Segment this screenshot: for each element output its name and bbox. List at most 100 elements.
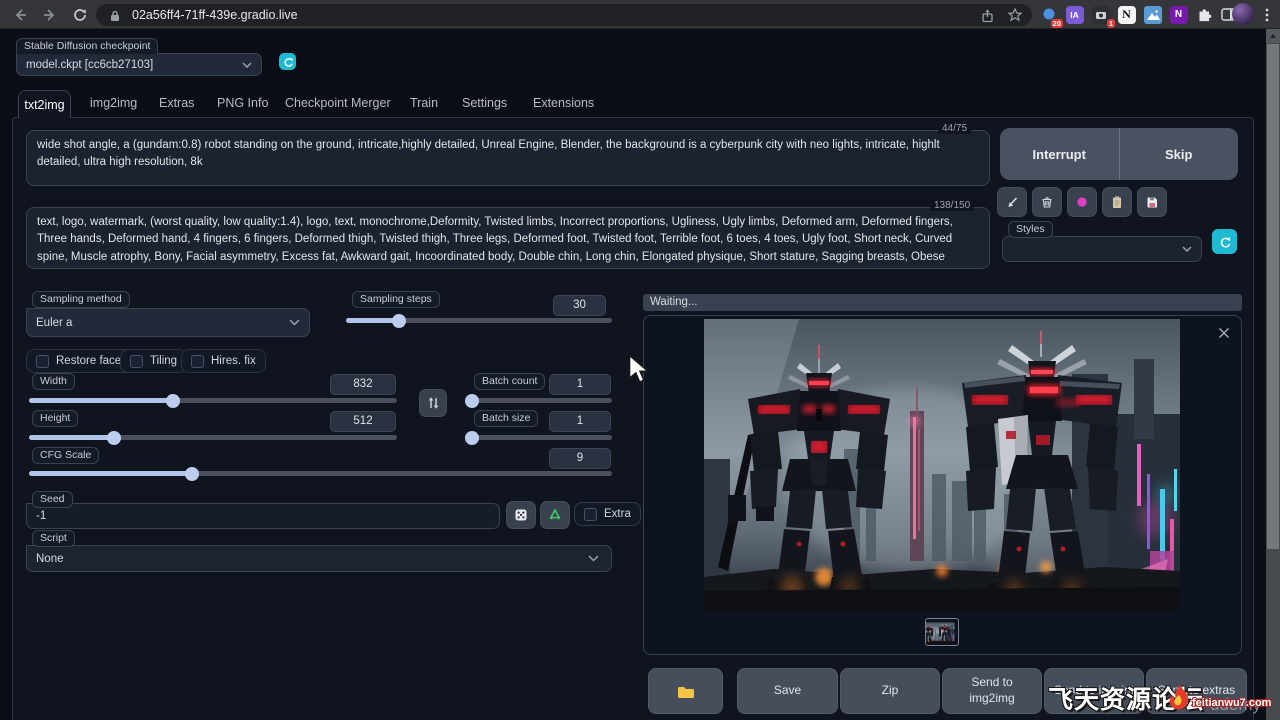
apply-style-button[interactable] [1102, 187, 1132, 217]
generated-image[interactable] [704, 319, 1180, 610]
slider-thumb[interactable] [465, 394, 479, 408]
slider-thumb[interactable] [392, 314, 406, 328]
extension-badge: 20 [1051, 19, 1063, 28]
extra-seed-checkbox[interactable] [584, 508, 597, 521]
tab-extensions[interactable]: Extensions [533, 96, 594, 110]
seed-value: -1 [36, 510, 46, 522]
script-select[interactable]: None [26, 545, 612, 572]
flame-icon [1164, 684, 1192, 719]
extra-seed-label: Extra [604, 508, 631, 520]
checkpoint-value: model.ckpt [cc6cb27103] [26, 59, 153, 71]
width-slider[interactable] [29, 398, 397, 403]
checkpoint-refresh-button[interactable] [279, 53, 296, 70]
checkpoint-select[interactable]: model.ckpt [cc6cb27103] [16, 53, 262, 76]
prompt-input[interactable]: wide shot angle, a (gundam:0.8) robot st… [26, 130, 990, 186]
height-input[interactable]: 512 [330, 411, 396, 432]
tab-img2img[interactable]: img2img [90, 96, 137, 110]
menu-dots-icon[interactable] [1256, 4, 1277, 25]
share-icon[interactable] [978, 6, 996, 24]
scrollbar-thumb[interactable] [1267, 44, 1279, 549]
save-style-button[interactable] [1137, 187, 1167, 217]
negative-prompt-input[interactable]: text, logo, watermark, (worst quality, l… [26, 207, 990, 269]
width-input[interactable]: 832 [330, 374, 396, 395]
tab-png-info[interactable]: PNG Info [217, 96, 268, 110]
extension-camera-icon[interactable]: 1 [1090, 4, 1111, 25]
cfg-scale-slider[interactable] [29, 471, 612, 476]
bookmark-star-icon[interactable] [1006, 6, 1024, 24]
hires-fix-label: Hires. fix [211, 355, 256, 367]
interrupt-button[interactable]: Interrupt [1000, 128, 1119, 180]
scrollbar-up-arrow[interactable] [1266, 29, 1280, 43]
skip-button[interactable]: Skip [1120, 128, 1239, 180]
floppy-disk-icon [1144, 194, 1160, 210]
tiling-checkbox[interactable] [130, 355, 143, 368]
send-to-img2img-button[interactable]: Send to img2img [942, 668, 1042, 714]
seed-label: Seed [32, 491, 73, 508]
clear-prompt-button[interactable] [1032, 187, 1062, 217]
extension-badge: 1 [1107, 19, 1115, 28]
restore-faces-checkbox[interactable] [36, 355, 49, 368]
reuse-seed-button[interactable] [540, 501, 570, 529]
profile-avatar[interactable] [1232, 3, 1254, 25]
seed-input[interactable]: -1 [26, 503, 500, 529]
hires-fix-group[interactable]: Hires. fix [181, 349, 266, 373]
site-watermark: feitianwu7.com [1192, 697, 1271, 709]
slider-thumb[interactable] [166, 394, 180, 408]
extension-notion-icon[interactable]: N [1116, 4, 1137, 25]
url-text[interactable]: 02a56ff4-71ff-439e.gradio.live [132, 8, 978, 22]
sampling-steps-label: Sampling steps [352, 291, 440, 308]
dice-icon [513, 507, 529, 523]
forward-icon[interactable] [40, 5, 59, 24]
extension-blue-icon[interactable]: 20 [1038, 4, 1059, 25]
open-folder-button[interactable] [648, 668, 723, 714]
zip-button[interactable]: Zip [840, 668, 940, 714]
checkpoint-label: Stable Diffusion checkpoint [16, 38, 158, 54]
tab-txt2img[interactable]: txt2img [18, 90, 71, 118]
swap-dimensions-button[interactable] [419, 389, 447, 417]
extension-image-icon[interactable] [1142, 4, 1163, 25]
slider-thumb[interactable] [185, 467, 199, 481]
batch-size-input[interactable]: 1 [549, 411, 611, 432]
address-bar[interactable]: 02a56ff4-71ff-439e.gradio.live [96, 4, 1032, 26]
tab-checkpoint-merger[interactable]: Checkpoint Merger [285, 96, 391, 110]
sampling-method-value: Euler a [36, 317, 72, 329]
height-label: Height [32, 410, 78, 427]
tiling-label: Tiling [150, 355, 177, 367]
output-gallery [643, 315, 1242, 655]
paste-params-button[interactable] [997, 187, 1027, 217]
tiling-group[interactable]: Tiling [120, 349, 187, 373]
cfg-scale-input[interactable]: 9 [549, 448, 611, 469]
reload-icon[interactable] [70, 5, 89, 24]
close-icon[interactable] [1215, 324, 1233, 342]
batch-count-slider[interactable] [469, 398, 612, 403]
tab-settings[interactable]: Settings [462, 96, 507, 110]
random-seed-button[interactable] [506, 501, 536, 529]
chevron-down-icon [289, 317, 300, 329]
hires-fix-checkbox[interactable] [191, 355, 204, 368]
extension-ia-icon[interactable]: IA [1064, 4, 1085, 25]
gallery-thumbnail[interactable] [925, 618, 959, 646]
recycle-icon [547, 507, 563, 523]
batch-count-input[interactable]: 1 [549, 374, 611, 395]
slider-thumb[interactable] [107, 431, 121, 445]
extensions-puzzle-icon[interactable] [1194, 4, 1215, 25]
styles-refresh-button[interactable] [1212, 229, 1237, 254]
extra-seed-group[interactable]: Extra [574, 502, 641, 526]
swap-arrows-icon [425, 394, 441, 412]
height-slider[interactable] [29, 435, 397, 440]
styles-select[interactable] [1002, 236, 1202, 262]
tab-extras[interactable]: Extras [159, 96, 194, 110]
back-icon[interactable] [10, 5, 29, 24]
sampling-steps-input[interactable]: 30 [553, 295, 606, 316]
browser-scrollbar[interactable] [1266, 29, 1280, 720]
sampling-steps-slider[interactable] [346, 318, 612, 323]
chevron-down-icon [242, 59, 252, 71]
slider-thumb[interactable] [465, 431, 479, 445]
extra-networks-button[interactable] [1067, 187, 1097, 217]
width-label: Width [32, 373, 75, 390]
batch-size-slider[interactable] [469, 435, 612, 440]
tab-train[interactable]: Train [410, 96, 438, 110]
sampling-method-select[interactable]: Euler a [26, 308, 310, 337]
extension-onenote-icon[interactable]: N [1168, 4, 1189, 25]
save-button[interactable]: Save [737, 668, 838, 714]
